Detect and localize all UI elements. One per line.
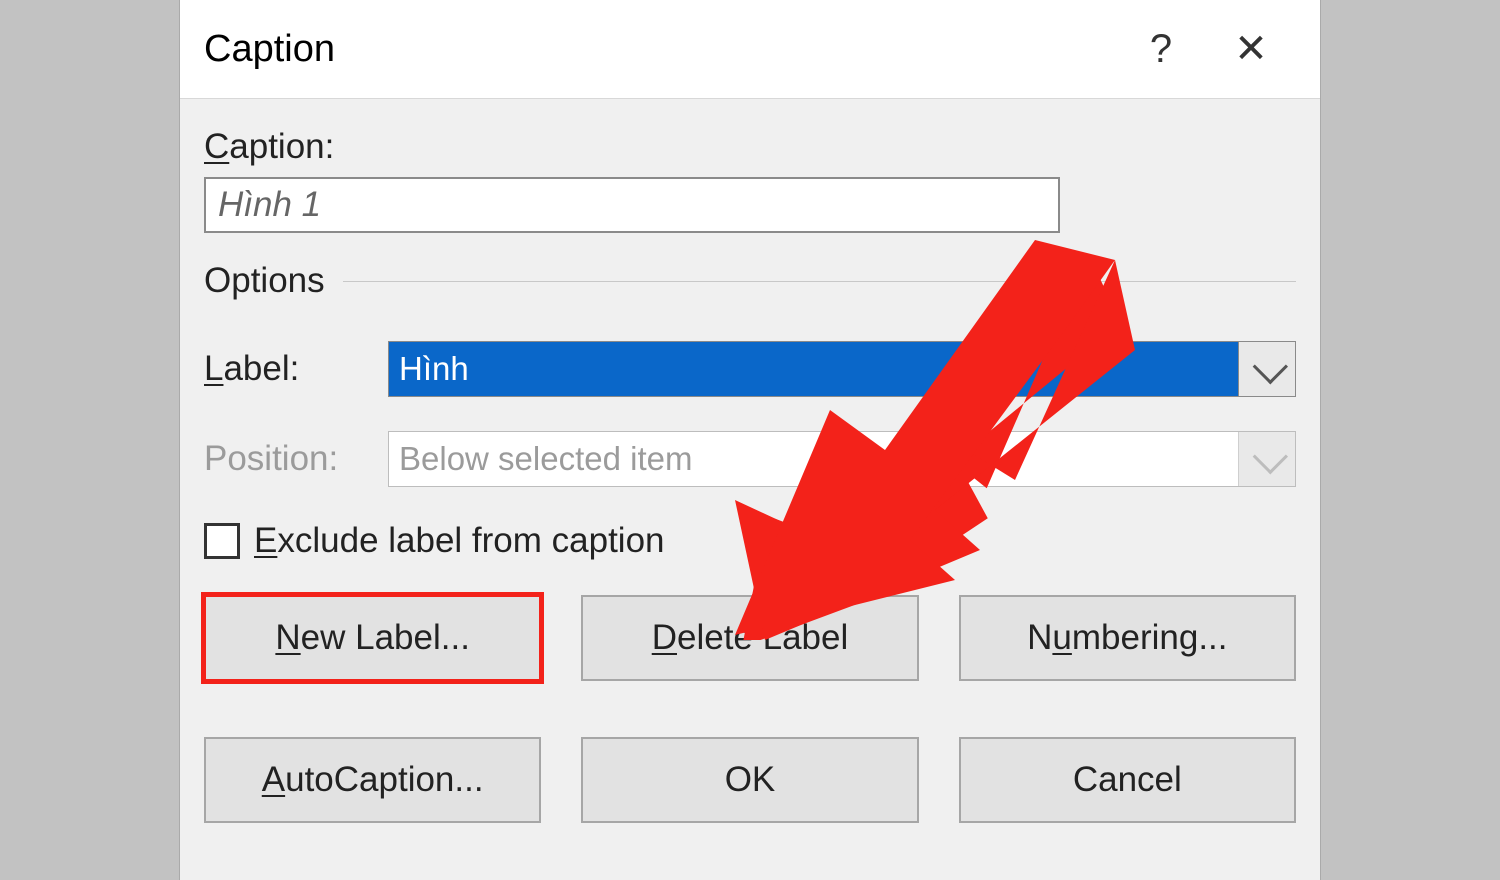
options-heading: Options <box>204 261 1296 301</box>
titlebar: Caption ? ✕ <box>180 0 1320 99</box>
label-label: Label: <box>204 349 388 389</box>
cancel-button[interactable]: Cancel <box>959 737 1296 823</box>
position-combobox: Below selected item <box>388 431 1296 487</box>
help-button[interactable]: ? <box>1116 0 1206 98</box>
label-selected: Hình <box>389 342 1238 396</box>
position-dropdown-button <box>1238 432 1295 486</box>
close-icon: ✕ <box>1234 26 1268 72</box>
numbering-button[interactable]: Numbering... <box>959 595 1296 681</box>
ok-button[interactable]: OK <box>581 737 918 823</box>
chevron-down-icon <box>1252 438 1287 473</box>
caption-dialog: Caption ? ✕ Caption: Hình 1 Options Labe… <box>180 0 1320 880</box>
label-dropdown-button[interactable] <box>1238 342 1295 396</box>
dialog-content: Caption: Hình 1 Options Label: Hình Posi… <box>180 99 1320 823</box>
caption-value: Hình 1 <box>218 185 321 225</box>
chevron-down-icon <box>1252 348 1287 383</box>
dialog-title: Caption <box>204 28 335 71</box>
exclude-label: Exclude label from caption <box>254 521 665 561</box>
label-combobox[interactable]: Hình <box>388 341 1296 397</box>
caption-label: Caption: <box>204 127 1296 167</box>
position-value: Below selected item <box>389 432 1238 486</box>
help-icon: ? <box>1150 27 1172 72</box>
exclude-checkbox-row[interactable]: Exclude label from caption <box>204 521 1296 561</box>
autocaption-button[interactable]: AutoCaption... <box>204 737 541 823</box>
new-label-button[interactable]: New Label... <box>204 595 541 681</box>
position-label: Position: <box>204 439 388 479</box>
delete-label-button[interactable]: Delete Label <box>581 595 918 681</box>
exclude-checkbox[interactable] <box>204 523 240 559</box>
caption-input[interactable]: Hình 1 <box>204 177 1060 233</box>
close-button[interactable]: ✕ <box>1206 0 1296 98</box>
